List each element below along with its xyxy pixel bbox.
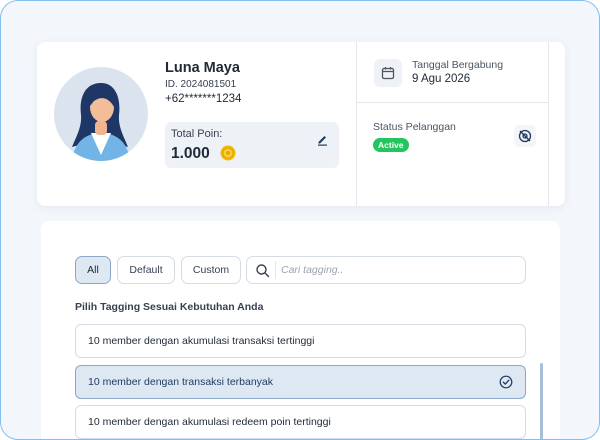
status-badge: Active <box>373 138 409 152</box>
filter-default-button[interactable]: Default <box>117 256 175 284</box>
tag-option-selected[interactable]: 10 member dengan transaksi terbanyak <box>75 365 526 399</box>
member-id: ID. 2024081501 <box>165 79 237 90</box>
tagging-panel: All Default Custom Pilih Tagging Sesuai … <box>41 221 560 439</box>
info-divider <box>357 102 548 103</box>
hidden-eye-icon <box>518 129 532 143</box>
search-icon <box>256 264 270 278</box>
avatar <box>54 67 148 161</box>
filter-all-button[interactable]: All <box>75 256 111 284</box>
points-label: Total Poin: <box>171 128 223 140</box>
tag-option-label: 10 member dengan transaksi terbanyak <box>88 376 274 388</box>
member-name: Luna Maya <box>165 60 240 76</box>
status-label: Status Pelanggan <box>373 121 456 133</box>
join-date-label: Tanggal Bergabung <box>412 59 504 71</box>
profile-card: Luna Maya ID. 2024081501 +62*******1234 … <box>37 42 565 206</box>
edit-icon <box>317 135 327 146</box>
points-box: Total Poin: 1.000 <box>165 122 339 168</box>
filter-custom-button[interactable]: Custom <box>181 256 241 284</box>
calendar-icon-box <box>374 59 402 87</box>
scrollbar-thumb[interactable] <box>540 363 543 439</box>
member-phone: +62*******1234 <box>165 93 242 105</box>
join-date: 9 Agu 2026 <box>412 73 471 85</box>
tag-option[interactable]: 10 member dengan akumulasi transaksi ter… <box>75 324 526 358</box>
section-title: Pilih Tagging Sesuai Kebutuhan Anda <box>75 301 264 313</box>
scrollbar[interactable] <box>540 361 544 439</box>
search-box <box>246 256 526 284</box>
card-divider <box>548 42 549 206</box>
points-value: 1.000 <box>171 145 210 162</box>
edit-points-button[interactable] <box>311 128 333 150</box>
search-separator <box>275 261 276 279</box>
calendar-icon <box>381 67 395 80</box>
tag-option[interactable]: 10 member dengan akumulasi redeem poin t… <box>75 405 526 439</box>
coin-icon <box>220 145 236 161</box>
check-circle-icon <box>499 375 513 389</box>
toggle-visibility-button[interactable] <box>514 125 536 147</box>
search-input[interactable] <box>281 261 519 279</box>
app-frame: Luna Maya ID. 2024081501 +62*******1234 … <box>0 0 600 440</box>
card-divider <box>356 42 357 206</box>
